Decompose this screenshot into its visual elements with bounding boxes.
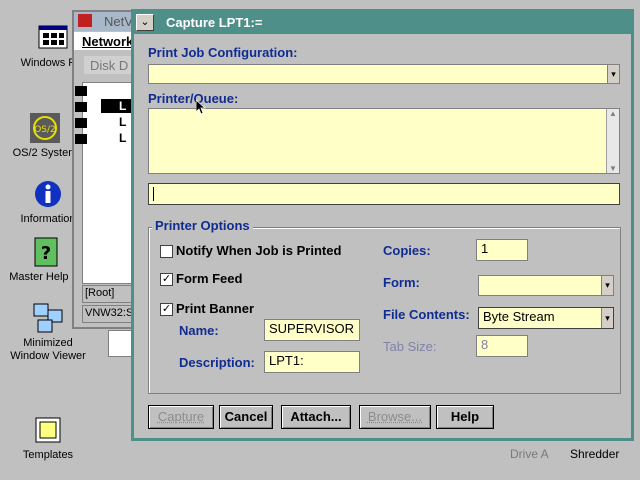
dialog-titlebar[interactable]: ⌄ Capture LPT1:= — [134, 12, 631, 34]
help-book-icon: ? — [29, 236, 61, 268]
tab-size-label: Tab Size: — [383, 339, 437, 354]
dialog-title: Capture LPT1:= — [166, 15, 263, 30]
capture-button[interactable]: Capture — [148, 405, 214, 429]
mouse-pointer-icon — [195, 99, 207, 119]
vertical-scrollbar[interactable]: ▲ ▼ — [606, 109, 619, 173]
name-value: SUPERVISOR — [269, 321, 355, 336]
desktop-icon-templates[interactable]: Templates — [3, 414, 93, 462]
os2-system-icon: OS/2 — [29, 112, 61, 144]
chevron-down-icon: ⌄ — [140, 16, 150, 28]
name-input[interactable]: SUPERVISOR — [264, 319, 360, 341]
form-combobox[interactable]: ▾ — [478, 275, 614, 296]
form-feed-checkbox[interactable]: ✓ — [160, 273, 173, 286]
dropdown-arrow-icon[interactable]: ▾ — [601, 276, 613, 295]
file-contents-label: File Contents: — [383, 307, 470, 322]
browse-button[interactable]: Browse... — [359, 405, 431, 429]
status-path-text: [Root] — [85, 287, 115, 299]
shredder-label[interactable]: Shredder — [570, 447, 619, 461]
form-label: Form: — [383, 275, 420, 290]
copies-input[interactable]: 1 — [476, 239, 528, 261]
system-menu-button[interactable]: ⌄ — [136, 14, 154, 31]
desktop: { "desktop": { "icons": [ {"label": "Win… — [0, 0, 640, 480]
desktop-icon-label: Templates — [22, 449, 74, 461]
printer-queue-list[interactable]: ▲ ▼ — [148, 108, 620, 174]
checkmark-icon: ✓ — [161, 273, 172, 285]
tab-disk-label: Disk D — [90, 58, 129, 73]
notify-label[interactable]: Notify When Job is Printed — [176, 243, 341, 258]
app-icon — [78, 14, 92, 27]
scroll-down-icon[interactable]: ▼ — [607, 164, 619, 173]
description-value: LPT1: — [269, 353, 304, 368]
print-job-combobox[interactable]: ▾ — [148, 64, 620, 84]
printer-queue-label: Printer/Queue: — [148, 91, 239, 106]
print-banner-checkbox[interactable]: ✓ — [160, 303, 173, 316]
toolbar-icon[interactable] — [75, 134, 87, 144]
windows-programs-icon — [37, 22, 69, 54]
name-label: Name: — [179, 323, 219, 338]
queue-path-input[interactable] — [148, 183, 620, 205]
copies-label: Copies: — [383, 243, 431, 258]
checkmark-icon: ✓ — [161, 303, 172, 315]
svg-text:?: ? — [41, 243, 51, 264]
description-label: Description: — [179, 355, 255, 370]
information-icon — [32, 178, 64, 210]
help-button-label: Help — [450, 409, 480, 424]
form-feed-label[interactable]: Form Feed — [176, 271, 242, 286]
capture-dialog: ⌄ Capture LPT1:= Print Job Configuration… — [131, 9, 634, 441]
toolbar-icons-column — [74, 84, 88, 164]
printer-options-title: Printer Options — [152, 218, 253, 233]
tab-size-value: 8 — [481, 337, 489, 352]
cancel-button[interactable]: Cancel — [219, 405, 273, 429]
attach-button-label: Attach... — [290, 409, 342, 424]
templates-icon — [32, 414, 64, 446]
attach-button[interactable]: Attach... — [281, 405, 351, 429]
toolbar-icon[interactable] — [75, 102, 87, 112]
tab-size-input: 8 — [476, 335, 528, 357]
print-job-label: Print Job Configuration: — [148, 45, 298, 60]
cancel-button-label: Cancel — [224, 409, 268, 424]
desktop-icon-label: Minimized — [23, 337, 73, 349]
drive-a-label[interactable]: Drive A — [510, 447, 549, 461]
browse-button-label: Browse... — [367, 409, 423, 424]
help-button[interactable]: Help — [436, 405, 494, 429]
window-viewer-icon — [32, 302, 64, 334]
notify-checkbox[interactable] — [160, 245, 173, 258]
menu-network[interactable]: Network — [82, 34, 133, 49]
svg-text:OS/2: OS/2 — [34, 125, 56, 135]
capture-button-label: Capture — [157, 409, 205, 424]
scroll-up-icon[interactable]: ▲ — [607, 109, 619, 118]
tree-item[interactable]: L — [119, 131, 126, 145]
dropdown-arrow-icon[interactable]: ▾ — [607, 65, 619, 83]
tree-item-label: L — [119, 99, 127, 113]
dropdown-arrow-icon[interactable]: ▾ — [601, 308, 613, 328]
print-banner-label[interactable]: Print Banner — [176, 301, 254, 316]
tree-item[interactable]: L — [119, 115, 126, 129]
status-server-text: VNW32:S — [85, 307, 134, 319]
background-window-title: NetV — [104, 14, 133, 29]
toolbar-icon[interactable] — [75, 86, 87, 96]
text-cursor — [153, 186, 154, 201]
file-contents-combobox[interactable]: Byte Stream ▾ — [478, 307, 614, 329]
toolbar-icon[interactable] — [75, 118, 87, 128]
desktop-icon-label-line2: Window Viewer — [10, 350, 86, 362]
file-contents-value: Byte Stream — [483, 309, 555, 324]
description-input[interactable]: LPT1: — [264, 351, 360, 373]
copies-value: 1 — [481, 241, 489, 256]
